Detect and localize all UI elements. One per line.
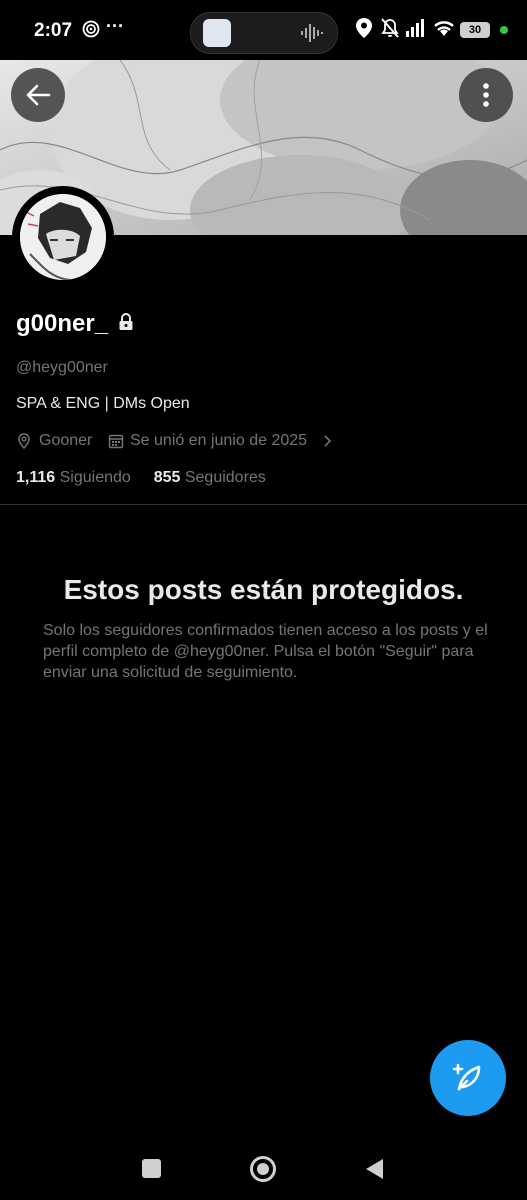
system-navigation-bar <box>0 1130 527 1200</box>
arrow-left-icon <box>26 84 51 106</box>
followers-label: Seguidores <box>184 469 266 486</box>
protected-posts-title: Estos posts están protegidos. <box>63 574 464 605</box>
following-link[interactable]: 1,116 Siguiendo <box>16 469 135 486</box>
status-bar: 2:07 ··· 30 <box>0 0 527 60</box>
chevron-right-icon[interactable] <box>319 433 335 449</box>
following-count: 1,116 <box>16 469 56 486</box>
status-time: 2:07 <box>34 20 73 41</box>
media-app-icon <box>203 19 231 47</box>
home-button[interactable] <box>249 1155 277 1183</box>
compose-feather-icon <box>452 1063 481 1091</box>
profile-display-name: g00ner_ <box>16 310 109 337</box>
audio-wave-icon <box>301 24 323 42</box>
dynamic-island[interactable] <box>190 12 338 54</box>
lock-icon <box>119 313 133 330</box>
compose-post-button[interactable] <box>430 1040 506 1116</box>
hotspot-icon <box>82 20 100 43</box>
profile-handle: @heyg00ner <box>16 359 108 376</box>
profile-joined-date: Se unió en junio de 2025 <box>130 432 308 449</box>
protected-posts-description: Solo los seguidores confirmados tienen a… <box>43 622 488 681</box>
wifi-icon <box>432 18 456 43</box>
signal-icon <box>406 18 428 43</box>
more-vertical-icon <box>483 83 489 107</box>
followers-link[interactable]: 855 Seguidores <box>154 469 266 486</box>
back-button[interactable] <box>11 68 65 122</box>
divider <box>0 504 527 505</box>
following-label: Siguiendo <box>59 469 131 486</box>
follow-stats: 1,116 Siguiendo 855 Seguidores <box>16 469 266 487</box>
recent-apps-button[interactable] <box>142 1159 161 1178</box>
followers-count: 855 <box>153 469 181 486</box>
avatar-image <box>20 194 106 280</box>
privacy-indicator-dot <box>500 26 508 34</box>
avatar[interactable] <box>12 186 114 288</box>
profile-location: Gooner <box>39 432 93 449</box>
location-status-icon <box>356 18 372 43</box>
more-notifications-icon: ··· <box>106 16 124 36</box>
more-options-button[interactable] <box>459 68 513 122</box>
location-pin-icon <box>18 433 30 449</box>
calendar-icon <box>108 434 124 449</box>
system-back-button[interactable] <box>364 1158 384 1180</box>
mute-icon <box>379 18 401 43</box>
battery-indicator: 30 <box>460 22 490 38</box>
profile-bio: SPA & ENG | DMs Open <box>16 395 190 412</box>
